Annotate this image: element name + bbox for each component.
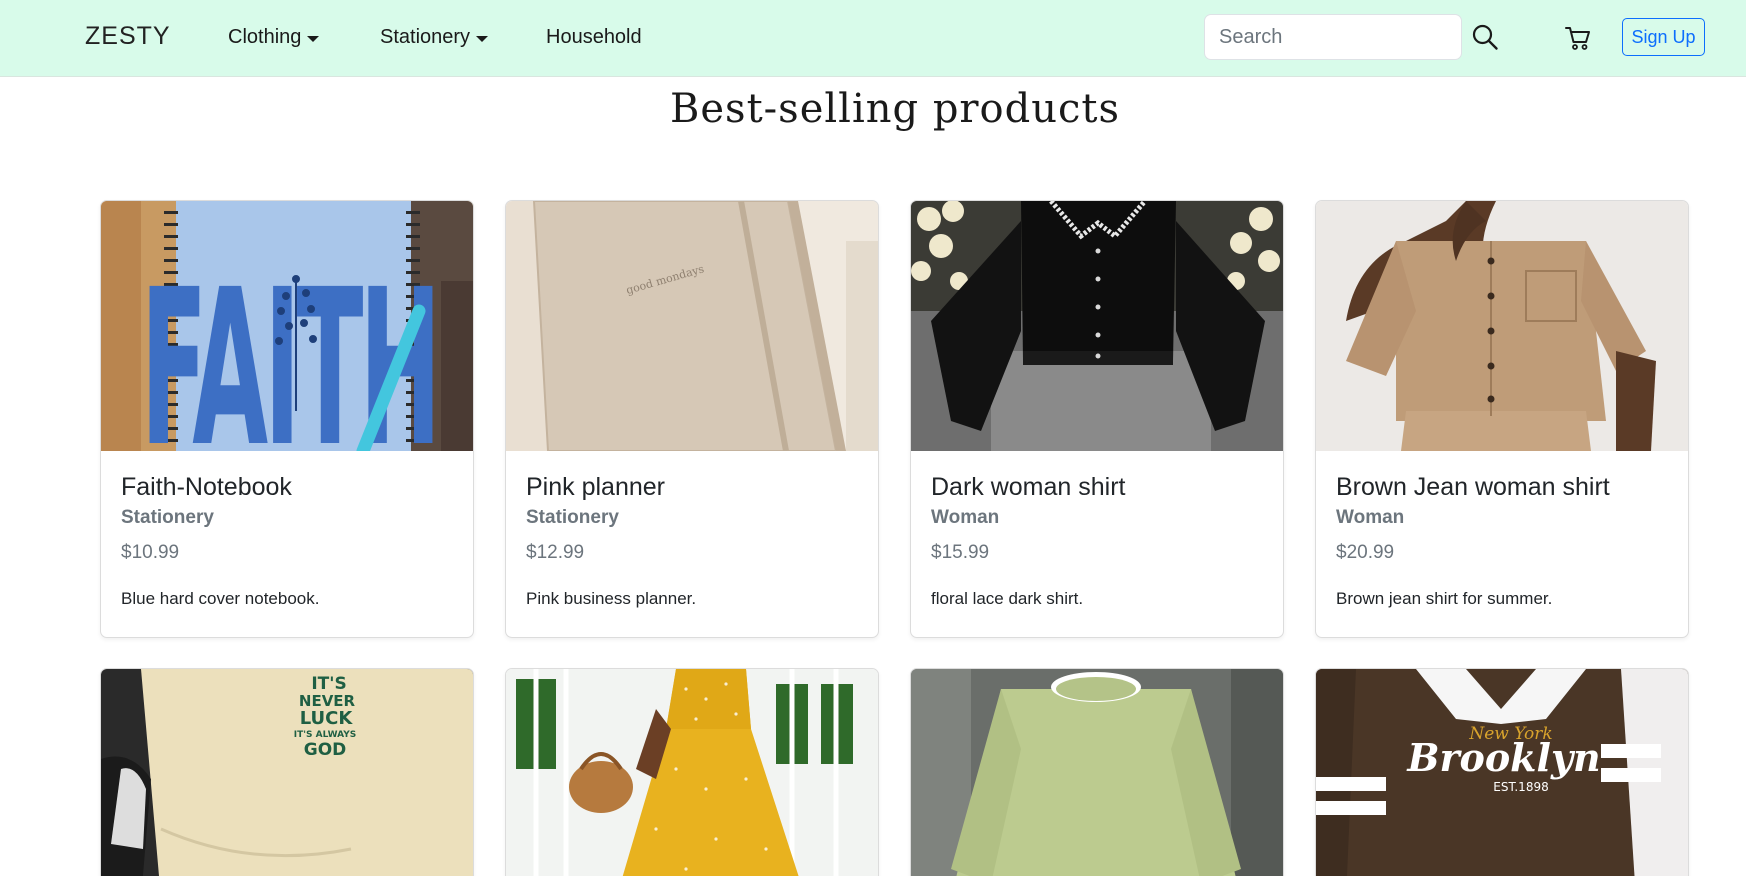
cart-icon[interactable] <box>1564 24 1592 52</box>
nav-household-label: Household <box>546 26 642 48</box>
caret-down-icon <box>307 35 320 42</box>
product-category: Woman <box>931 507 1000 528</box>
nav-stationery-dropdown[interactable]: Stationery <box>380 26 489 49</box>
product-image-brown-jean-shirt[interactable] <box>1316 201 1688 451</box>
product-image-green-sweater[interactable] <box>911 669 1283 876</box>
navbar: ZESTY Clothing Stationery Household Sign… <box>0 0 1746 77</box>
tshirt-print-line: IT'S ALWAYS <box>294 730 357 740</box>
product-card[interactable]: Brown Jean woman shirt Woman $20.99 Brow… <box>1315 200 1689 638</box>
product-card[interactable] <box>505 668 879 876</box>
caret-down-icon <box>476 35 489 42</box>
card-body: Dark woman shirt Woman $15.99 floral lac… <box>911 451 1283 611</box>
product-title[interactable]: Pink planner <box>526 471 858 503</box>
product-title[interactable]: Faith-Notebook <box>121 471 453 503</box>
product-card[interactable]: FAITH Faith-Notebook Stationery $10.99 B… <box>100 200 474 638</box>
product-title[interactable]: Dark woman shirt <box>931 471 1263 503</box>
product-price: $12.99 <box>526 542 585 563</box>
card-body: Pink planner Stationery $12.99 Pink busi… <box>506 451 878 611</box>
product-price: $15.99 <box>931 542 990 563</box>
product-card[interactable]: New York Brooklyn EST.1898 <box>1315 668 1689 876</box>
search-icon[interactable] <box>1470 22 1500 52</box>
tshirt-print-line: GOD <box>304 740 347 760</box>
product-title[interactable]: Brown Jean woman shirt <box>1336 471 1668 503</box>
product-image-faith-notebook[interactable]: FAITH <box>101 201 473 451</box>
product-image-pink-planner[interactable]: good mondays <box>506 201 878 451</box>
product-card[interactable]: IT'S NEVER LUCK IT'S ALWAYS GOD <box>100 668 474 876</box>
card-body: Brown Jean woman shirt Woman $20.99 Brow… <box>1316 451 1688 611</box>
section-title: Best-selling products <box>669 86 1121 132</box>
faith-cover-text: FAITH <box>141 245 438 451</box>
sign-up-button[interactable]: Sign Up <box>1622 18 1705 56</box>
search-input[interactable] <box>1204 14 1462 60</box>
nav-stationery-label: Stationery <box>380 26 471 48</box>
product-price: $20.99 <box>1336 542 1395 563</box>
product-card[interactable]: Dark woman shirt Woman $15.99 floral lac… <box>910 200 1284 638</box>
product-category: Stationery <box>121 507 214 528</box>
product-card[interactable] <box>910 668 1284 876</box>
sweatshirt-print-line: Brooklyn <box>1406 735 1600 780</box>
product-card[interactable]: good mondays Pink planner Stationery $12… <box>505 200 879 638</box>
product-description: Brown jean shirt for summer. <box>1336 589 1553 608</box>
card-body: Faith-Notebook Stationery $10.99 Blue ha… <box>101 451 473 611</box>
product-image-brooklyn-sweatshirt[interactable]: New York Brooklyn EST.1898 <box>1316 669 1688 876</box>
tshirt-print-line: LUCK <box>300 708 354 729</box>
tshirt-print-line: IT'S <box>311 674 346 694</box>
product-description: Blue hard cover notebook. <box>121 589 320 608</box>
product-category: Woman <box>1336 507 1405 528</box>
product-description: floral lace dark shirt. <box>931 589 1084 608</box>
product-image-tshirt[interactable]: IT'S NEVER LUCK IT'S ALWAYS GOD <box>101 669 473 876</box>
nav-clothing-label: Clothing <box>228 26 302 48</box>
sweatshirt-print-line: EST.1898 <box>1493 780 1548 794</box>
product-image-dark-woman-shirt[interactable] <box>911 201 1283 451</box>
product-price: $10.99 <box>121 542 180 563</box>
product-image-yellow-dress[interactable] <box>506 669 878 876</box>
nav-household-link[interactable]: Household <box>546 26 642 49</box>
nav-clothing-dropdown[interactable]: Clothing <box>228 26 320 49</box>
product-category: Stationery <box>526 507 619 528</box>
brand-logo[interactable]: ZESTY <box>85 22 171 51</box>
product-description: Pink business planner. <box>526 589 697 608</box>
